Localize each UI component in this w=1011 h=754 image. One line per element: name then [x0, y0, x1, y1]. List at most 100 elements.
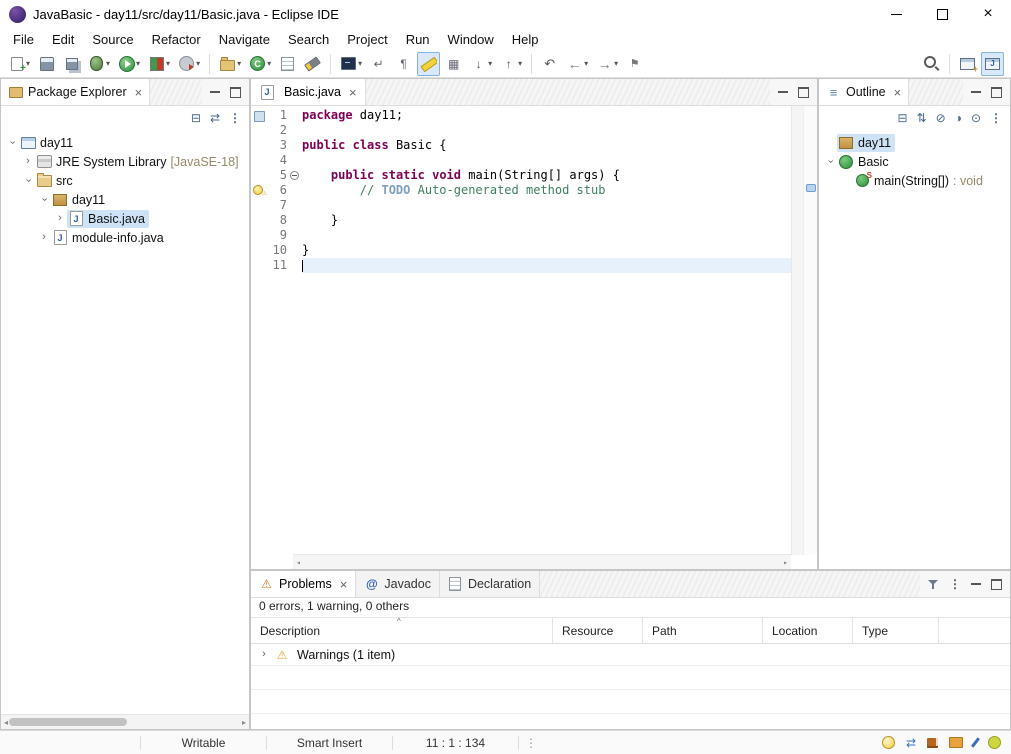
- close-icon[interactable]: ×: [135, 85, 143, 100]
- word-wrap-button[interactable]: [367, 52, 390, 76]
- tip-lamp-icon[interactable]: [881, 736, 895, 749]
- profile-button[interactable]: ▾: [175, 52, 203, 76]
- code-line-1[interactable]: 1 package day11;: [251, 108, 792, 123]
- code-line-10[interactable]: 10}: [251, 243, 792, 258]
- column-header-resource[interactable]: Resource: [553, 618, 643, 643]
- column-header-type[interactable]: Type: [853, 618, 939, 643]
- menu-window[interactable]: Window: [439, 30, 503, 49]
- new-java-class-button[interactable]: ▾: [246, 52, 274, 76]
- code-line-8[interactable]: 8 }: [251, 213, 792, 228]
- scroll-left-icon[interactable]: ◂: [296, 558, 301, 567]
- menu-file[interactable]: File: [4, 30, 43, 49]
- horizontal-scrollbar[interactable]: ◂ ▸: [1, 714, 249, 729]
- forward-button[interactable]: ▾: [593, 52, 621, 76]
- code-line-5[interactable]: 5 public static void main(String[] args)…: [251, 168, 792, 183]
- project-item-module-info-java[interactable]: › module-info.java: [1, 228, 249, 247]
- problems-group-row[interactable]: › Warnings (1 item): [251, 644, 1010, 666]
- code-editor[interactable]: 1 package day11; 2 3 public class Basic {4 5 …: [251, 106, 817, 569]
- link-with-editor-icon[interactable]: ⇄: [210, 112, 220, 124]
- collapse-arrow-icon[interactable]: ›: [825, 155, 837, 169]
- pin-editor-button[interactable]: [623, 52, 646, 76]
- collapse-arrow-icon[interactable]: ›: [39, 193, 51, 207]
- code-line-7[interactable]: 7: [251, 198, 792, 213]
- save-button[interactable]: [35, 52, 58, 76]
- scroll-right-icon[interactable]: ▸: [242, 718, 246, 727]
- code-line-11[interactable]: 11: [251, 258, 792, 273]
- open-task-button[interactable]: [276, 52, 299, 76]
- project-item-day11[interactable]: › day11: [1, 190, 249, 209]
- save-all-button[interactable]: [60, 52, 83, 76]
- coverage-button[interactable]: ▾: [145, 52, 173, 76]
- tab-declaration[interactable]: Declaration: [440, 571, 541, 597]
- close-icon[interactable]: ×: [894, 85, 902, 100]
- view-menu-icon[interactable]: ⋮: [229, 112, 241, 124]
- minimize-view-icon[interactable]: [971, 583, 981, 585]
- back-button[interactable]: ▾: [563, 52, 591, 76]
- next-annotation-button[interactable]: ▾: [467, 52, 495, 76]
- open-perspective-button[interactable]: [956, 52, 979, 76]
- maximize-view-icon[interactable]: [991, 578, 1002, 590]
- menu-navigate[interactable]: Navigate: [210, 30, 279, 49]
- code-line-6[interactable]: 6 // TODO Auto-generated method stub: [251, 183, 792, 200]
- menu-source[interactable]: Source: [83, 30, 142, 49]
- menu-edit[interactable]: Edit: [43, 30, 83, 49]
- view-menu-icon[interactable]: ⋮: [990, 112, 1002, 124]
- outline-item-day11[interactable]: day11: [819, 133, 1010, 152]
- view-menu-icon[interactable]: ⋮: [949, 577, 961, 591]
- tips-folder-icon[interactable]: [949, 737, 963, 748]
- debug-button[interactable]: ▾: [85, 52, 113, 76]
- mark-occurrences-button[interactable]: [417, 51, 441, 76]
- sync-status-icon[interactable]: ⇄: [906, 737, 916, 749]
- menu-run[interactable]: Run: [397, 30, 439, 49]
- maximize-view-icon[interactable]: [230, 86, 241, 98]
- show-whitespace-button[interactable]: [392, 52, 415, 76]
- java-perspective-button[interactable]: [981, 51, 1004, 76]
- project-item-jre-system-library[interactable]: › JRE System Library [JavaSE-18]: [1, 152, 249, 171]
- tab-javadoc[interactable]: Javadoc: [356, 571, 440, 597]
- hide-fields-icon[interactable]: ⊘: [936, 112, 946, 124]
- feedback-icon[interactable]: [988, 736, 1001, 749]
- quickfix-warning-icon[interactable]: [253, 185, 267, 200]
- maximize-view-icon[interactable]: [798, 86, 809, 98]
- previous-annotation-button[interactable]: ▾: [497, 52, 525, 76]
- last-edit-location-button[interactable]: [538, 52, 561, 76]
- code-line-9[interactable]: 9: [251, 228, 792, 243]
- hide-non-public-icon[interactable]: ⊙: [971, 112, 981, 124]
- scroll-left-icon[interactable]: ◂: [4, 718, 8, 727]
- project-item-src[interactable]: › src: [1, 171, 249, 190]
- search-flashlight-button[interactable]: [301, 52, 324, 76]
- collapse-all-icon[interactable]: ⊟: [898, 112, 908, 124]
- collapse-arrow-icon[interactable]: ›: [23, 174, 35, 188]
- expand-arrow-icon[interactable]: ›: [21, 156, 35, 167]
- close-button[interactable]: ×: [965, 0, 1011, 28]
- menu-project[interactable]: Project: [338, 30, 396, 49]
- outline-item-main-string[interactable]: main(String[]): void: [819, 171, 1010, 190]
- run-button[interactable]: ▾: [115, 52, 143, 76]
- collapse-arrow-icon[interactable]: ›: [7, 136, 19, 150]
- project-item-day11[interactable]: › day11: [1, 133, 249, 152]
- scrollbar-thumb[interactable]: [9, 718, 127, 726]
- editor-tab-basic-java[interactable]: Basic.java ×: [251, 79, 366, 105]
- column-header-location[interactable]: Location: [763, 618, 853, 643]
- open-console-button[interactable]: ▾: [337, 52, 365, 76]
- collapse-fold-icon[interactable]: [290, 171, 299, 180]
- warning-overview-marker[interactable]: [806, 184, 816, 192]
- tab-problems[interactable]: Problems ×: [251, 571, 357, 597]
- column-header-path[interactable]: Path: [643, 618, 763, 643]
- code-line-4[interactable]: 4: [251, 153, 792, 168]
- hide-static-members-icon[interactable]: ◑: [955, 112, 962, 124]
- search-button[interactable]: [920, 52, 943, 76]
- tab-package-explorer[interactable]: Package Explorer ×: [1, 79, 151, 105]
- column-header-description[interactable]: Description: [251, 618, 553, 643]
- block-selection-button[interactable]: [442, 52, 465, 76]
- close-icon[interactable]: ×: [340, 577, 348, 592]
- minimize-button[interactable]: [873, 0, 919, 28]
- close-icon[interactable]: ×: [349, 85, 357, 100]
- scroll-right-icon[interactable]: ▸: [783, 558, 788, 567]
- horizontal-scrollbar[interactable]: ◂ ▸: [293, 554, 791, 569]
- collapse-all-icon[interactable]: ⊟: [191, 112, 201, 124]
- maximize-button[interactable]: [919, 0, 965, 28]
- maximize-view-icon[interactable]: [991, 86, 1002, 98]
- sort-icon[interactable]: ⇅: [917, 112, 927, 124]
- menu-help[interactable]: Help: [503, 30, 548, 49]
